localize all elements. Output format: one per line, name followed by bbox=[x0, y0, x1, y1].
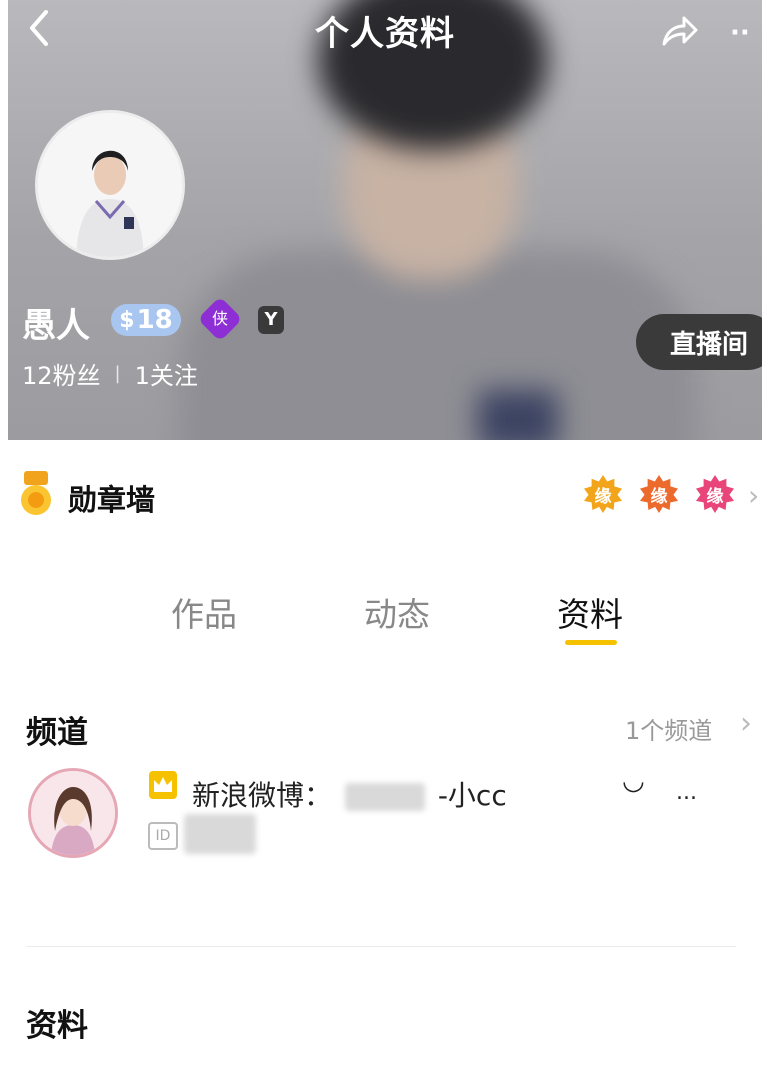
section-divider bbox=[26, 946, 736, 947]
username: 愚人 bbox=[22, 306, 90, 346]
id-tag: ID bbox=[148, 822, 178, 850]
avatar[interactable] bbox=[35, 110, 185, 260]
gem-badge-label: 侠 bbox=[211, 309, 228, 328]
tab-profile[interactable]: 资料 bbox=[557, 588, 623, 636]
channel-count[interactable]: 1个频道 bbox=[625, 711, 712, 746]
level-value: 18 bbox=[136, 305, 173, 335]
redacted-id bbox=[184, 814, 256, 854]
medal-badge[interactable]: 缘 bbox=[640, 475, 678, 513]
following-count[interactable]: 1关注 bbox=[135, 356, 198, 391]
channel-name-extra: ◡ bbox=[622, 766, 645, 796]
medal-badge[interactable]: 缘 bbox=[696, 475, 734, 513]
info-section-title: 资料 bbox=[26, 1008, 88, 1044]
medal-badge[interactable]: 缘 bbox=[584, 475, 622, 513]
channel-name[interactable]: 新浪微博： -小cc bbox=[192, 774, 507, 814]
gem-badge[interactable]: 侠 bbox=[197, 296, 243, 342]
live-room-button[interactable]: 直播间 bbox=[636, 314, 762, 370]
active-tab-indicator bbox=[565, 640, 617, 645]
channel-name-prefix: 新浪微博： bbox=[192, 779, 333, 812]
redacted-text bbox=[344, 783, 425, 811]
stats-separator: | bbox=[114, 363, 121, 384]
crown-icon bbox=[149, 771, 177, 799]
channel-name-ellipsis: ... bbox=[676, 780, 697, 805]
profile-stats: 12粉丝 | 1关注 bbox=[22, 356, 198, 391]
channel-avatar-image bbox=[31, 771, 115, 855]
coin-icon: $ bbox=[119, 307, 135, 333]
channel-avatar[interactable] bbox=[28, 768, 118, 858]
share-button[interactable] bbox=[658, 12, 698, 52]
profile-header: 个人资料 ·· 愚人 $ 18 侠 Y 12粉丝 | 1关注 直播间 bbox=[8, 0, 762, 440]
medal-icon bbox=[21, 471, 51, 515]
tab-works[interactable]: 作品 bbox=[171, 588, 237, 636]
cover-image-patch bbox=[478, 390, 558, 440]
channel-section-title: 频道 bbox=[26, 715, 88, 751]
level-badge[interactable]: $ 18 bbox=[111, 304, 181, 336]
tab-moments[interactable]: 动态 bbox=[364, 588, 430, 636]
avatar-image bbox=[38, 113, 182, 257]
medal-wall-row[interactable]: 勋章墙 缘缘缘 › bbox=[0, 465, 762, 525]
chevron-right-icon: › bbox=[740, 706, 752, 741]
followers-count[interactable]: 12粉丝 bbox=[22, 356, 101, 391]
medal-wall-title: 勋章墙 bbox=[68, 483, 156, 517]
chevron-right-icon: › bbox=[748, 479, 760, 512]
channel-name-suffix: -小cc bbox=[437, 779, 507, 812]
more-button[interactable]: ·· bbox=[730, 20, 750, 46]
page-title: 个人资料 bbox=[315, 14, 455, 54]
share-icon bbox=[662, 16, 698, 46]
y-badge[interactable]: Y bbox=[258, 306, 284, 334]
